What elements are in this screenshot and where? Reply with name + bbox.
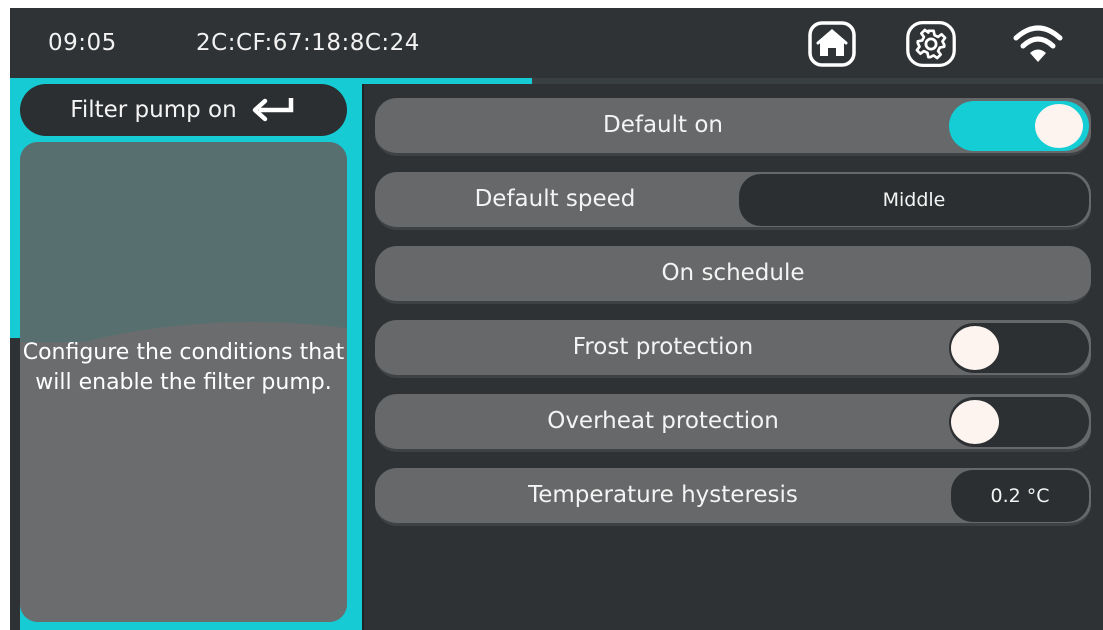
row-on-schedule[interactable]: On schedule xyxy=(375,246,1091,304)
home-button[interactable] xyxy=(806,20,858,68)
mac-address: 2C:CF:67:18:8C:24 xyxy=(196,30,420,56)
row-label: Default on xyxy=(603,112,723,138)
default-speed-select[interactable]: Middle xyxy=(739,174,1089,226)
row-label: Default speed xyxy=(474,186,636,212)
frost-protection-toggle[interactable] xyxy=(949,323,1089,373)
back-button[interactable]: Filter pump on xyxy=(20,84,347,136)
panel-divider xyxy=(362,84,364,630)
default-on-toggle[interactable] xyxy=(949,101,1089,151)
row-frost-protection[interactable]: Frost protection xyxy=(375,320,1091,378)
toggle-knob xyxy=(951,326,999,370)
row-default-on[interactable]: Default on xyxy=(375,98,1091,156)
row-label: Temperature hysteresis xyxy=(528,482,798,508)
row-default-speed[interactable]: Default speed Middle xyxy=(375,172,1091,230)
temperature-hysteresis-value[interactable]: 0.2 °C xyxy=(951,470,1089,522)
home-icon xyxy=(808,21,856,67)
row-label: On schedule xyxy=(661,260,805,286)
overheat-protection-toggle[interactable] xyxy=(949,397,1089,447)
wifi-icon xyxy=(1013,25,1063,62)
toggle-knob xyxy=(1035,104,1083,148)
status-bar: 09:05 2C:CF:67:18:8C:24 xyxy=(10,8,1103,79)
row-temperature-hysteresis[interactable]: Temperature hysteresis 0.2 °C xyxy=(375,468,1091,526)
description-text: Configure the conditions that will enabl… xyxy=(22,340,345,395)
wifi-button[interactable] xyxy=(1012,20,1064,68)
settings-button[interactable] xyxy=(905,20,957,68)
row-label: Frost protection xyxy=(572,334,754,360)
header-divider xyxy=(532,78,1103,84)
return-arrow-icon xyxy=(252,98,293,122)
gear-icon xyxy=(906,21,956,67)
panel-title: Filter pump on xyxy=(70,97,237,123)
device-screen: 09:05 2C:CF:67:18:8C:24 Filter pump on C… xyxy=(10,8,1103,630)
description-card: Configure the conditions that will enabl… xyxy=(20,142,347,622)
clock: 09:05 xyxy=(48,30,117,56)
toggle-knob xyxy=(951,400,999,444)
row-label: Overheat protection xyxy=(547,408,779,434)
row-overheat-protection[interactable]: Overheat protection xyxy=(375,394,1091,452)
